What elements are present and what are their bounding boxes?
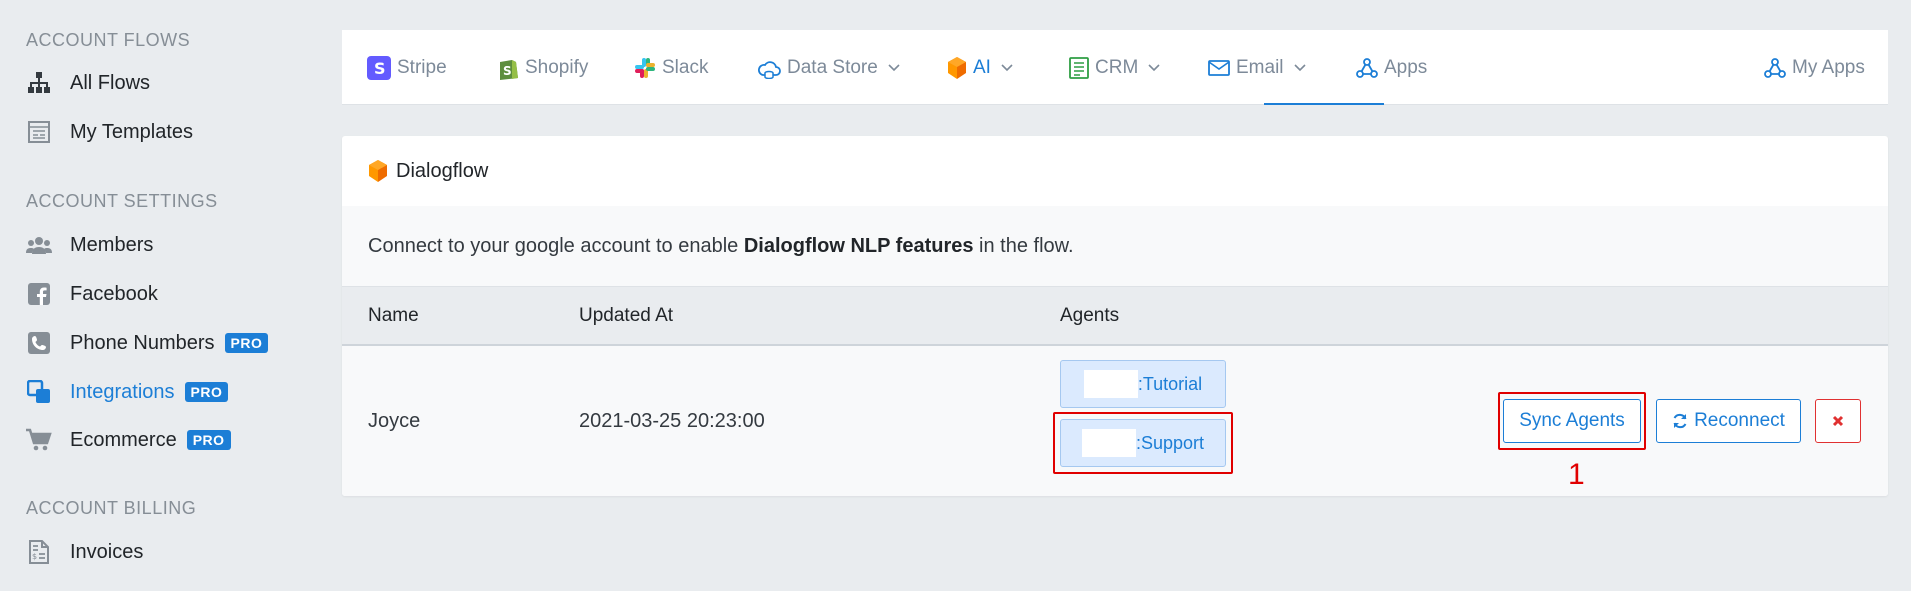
agent-label: :Support	[1135, 432, 1205, 453]
integrations-tab-bar: S Stripe S Shopify Slack Data Store AI C…	[342, 30, 1888, 105]
tab-stripe[interactable]: S Stripe	[367, 30, 447, 105]
svg-text:S: S	[503, 64, 512, 78]
shopify-icon: S	[497, 56, 519, 80]
my-apps-label: My Apps	[1792, 56, 1865, 78]
chevron-down-icon	[1001, 63, 1013, 72]
sidebar-item-facebook[interactable]: Facebook	[26, 274, 326, 314]
database-cloud-icon	[757, 57, 781, 79]
dialogflow-icon	[947, 56, 967, 80]
tab-ai[interactable]: AI	[947, 30, 1013, 105]
section-label-account-settings: ACCOUNT SETTINGS	[26, 191, 218, 211]
redacted-text	[1081, 429, 1136, 457]
card-header: Dialogflow	[342, 136, 1888, 206]
tab-label: Shopify	[525, 56, 589, 78]
stripe-icon: S	[367, 55, 391, 80]
column-header-updated-at: Updated At	[579, 305, 674, 326]
sidebar-item-all-flows[interactable]: All Flows	[26, 63, 326, 103]
row-updated-at: 2021-03-25 20:23:00	[579, 409, 765, 432]
section-label-account-flows: ACCOUNT FLOWS	[26, 30, 191, 50]
tab-label: AI	[973, 56, 991, 78]
sidebar-item-label: My Templates	[70, 120, 194, 143]
sidebar-item-phone-numbers[interactable]: Phone Numbers PRO	[26, 323, 326, 363]
envelope-icon	[1208, 59, 1230, 76]
sitemap-icon	[26, 70, 52, 96]
webhook-icon	[1764, 57, 1786, 79]
sidebar-item-my-templates[interactable]: My Templates	[26, 112, 326, 152]
template-icon	[26, 119, 52, 145]
crm-icon	[1069, 56, 1089, 79]
tab-shopify[interactable]: S Shopify	[497, 30, 588, 105]
annotation-number: 1	[1568, 458, 1585, 491]
section-label-account-billing: ACCOUNT BILLING	[26, 498, 197, 518]
pro-badge: PRO	[224, 333, 269, 353]
phone-icon	[26, 330, 52, 356]
svg-text:S: S	[374, 59, 386, 78]
facebook-icon	[26, 281, 52, 307]
users-icon	[26, 232, 52, 258]
agent-label: :Tutorial	[1137, 373, 1203, 394]
sidebar-item-label: All Flows	[70, 71, 151, 94]
row-name: Joyce	[368, 409, 421, 432]
tab-label: Data Store	[787, 56, 878, 78]
chevron-down-icon	[1148, 63, 1160, 72]
sync-agents-button[interactable]: Sync Agents	[1503, 399, 1641, 443]
close-icon	[1832, 415, 1844, 427]
tab-label: CRM	[1095, 56, 1139, 78]
chevron-down-icon	[1293, 63, 1306, 72]
table-header: Name Updated At Agents	[342, 286, 1888, 346]
cart-icon	[26, 427, 52, 453]
tab-crm[interactable]: CRM	[1069, 30, 1160, 105]
sidebar-item-ecommerce[interactable]: Ecommerce PRO	[26, 420, 326, 460]
delete-button[interactable]	[1815, 399, 1861, 443]
sidebar-item-label: Phone Numbers	[70, 331, 215, 354]
tab-email[interactable]: Email	[1208, 30, 1306, 105]
webhook-icon	[1356, 57, 1378, 79]
tab-label: Apps	[1384, 56, 1428, 78]
desc-suffix: in the flow.	[973, 234, 1074, 257]
sidebar-item-label: Facebook	[70, 282, 158, 305]
tab-data-store[interactable]: Data Store	[757, 30, 900, 105]
table-row: Joyce 2021-03-25 20:23:00 :Tutorial :Sup…	[342, 346, 1888, 496]
desc-prefix: Connect to your google account to enable	[368, 234, 744, 257]
slack-icon	[634, 57, 656, 79]
tab-apps[interactable]: Apps	[1356, 30, 1427, 105]
sidebar-item-label: Ecommerce	[70, 428, 177, 451]
tab-label: Slack	[662, 56, 709, 78]
card-description: Connect to your google account to enable…	[342, 206, 1888, 286]
tab-label: Email	[1236, 56, 1284, 78]
sidebar-item-invoices[interactable]: $ Invoices	[26, 532, 326, 572]
invoice-icon: $	[26, 539, 52, 565]
tab-slack[interactable]: Slack	[634, 30, 708, 105]
card-title: Dialogflow	[396, 159, 489, 182]
agent-tutorial-button[interactable]: :Tutorial	[1060, 360, 1226, 408]
sidebar-item-integrations[interactable]: Integrations PRO	[26, 372, 326, 412]
pro-badge: PRO	[186, 430, 231, 450]
reconnect-button[interactable]: Reconnect	[1656, 399, 1801, 443]
chevron-down-icon	[888, 63, 900, 72]
reconnect-label: Reconnect	[1694, 410, 1785, 431]
sidebar-item-label: Members	[70, 233, 154, 256]
sync-agents-label: Sync Agents	[1519, 410, 1625, 431]
integrations-icon	[26, 379, 52, 405]
desc-bold: Dialogflow NLP features	[743, 234, 974, 257]
agent-support-button[interactable]: :Support	[1060, 419, 1226, 467]
column-header-agents: Agents	[1060, 305, 1120, 326]
sidebar-item-label: Invoices	[70, 540, 144, 563]
sidebar-item-members[interactable]: Members	[26, 225, 326, 265]
svg-text:$: $	[32, 552, 37, 561]
sidebar-item-label: Integrations	[70, 380, 175, 403]
tab-label: Stripe	[397, 56, 447, 78]
dialogflow-card: Dialogflow Connect to your google accoun…	[342, 136, 1888, 496]
my-apps-link[interactable]: My Apps	[1764, 30, 1865, 105]
pro-badge: PRO	[184, 382, 229, 402]
column-header-name: Name	[368, 305, 419, 326]
redacted-text	[1083, 370, 1138, 398]
refresh-icon	[1672, 413, 1688, 429]
dialogflow-icon	[368, 159, 388, 183]
sidebar: ACCOUNT FLOWS All Flows My Templates ACC…	[0, 0, 342, 591]
